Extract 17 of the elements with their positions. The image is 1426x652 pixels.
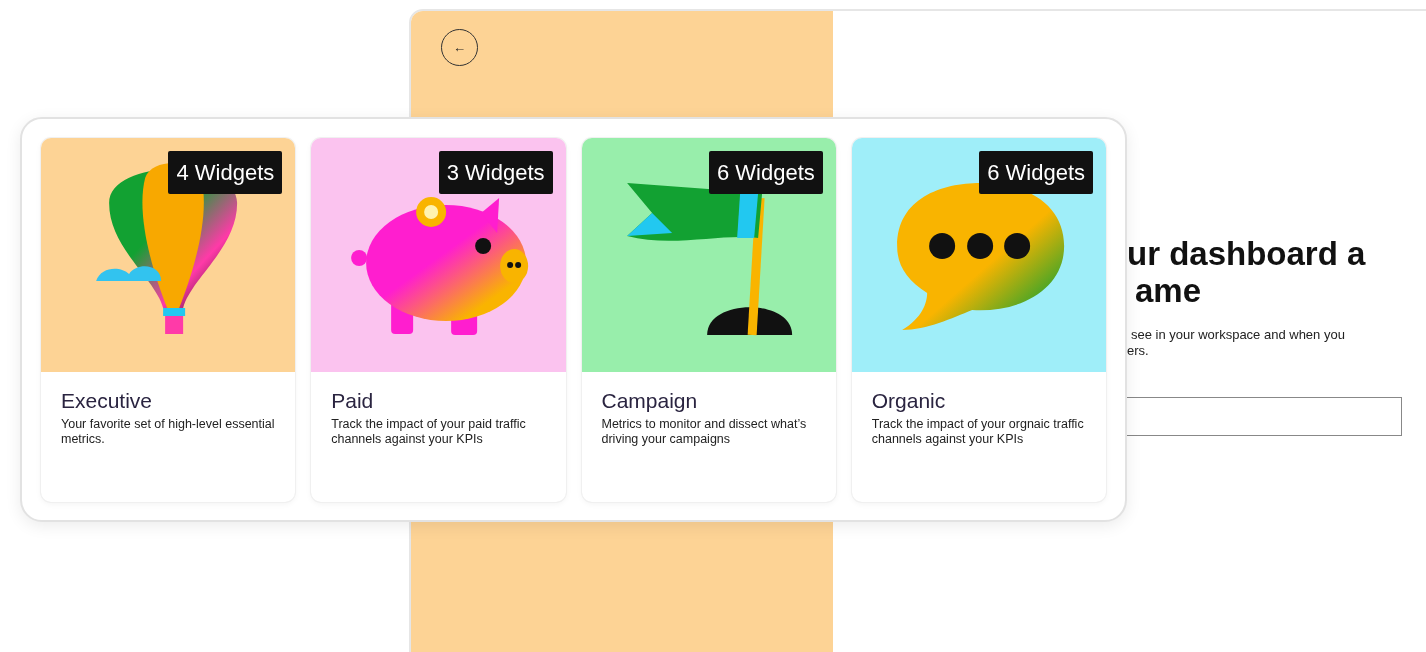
template-description: Track the impact of your orgnaic traffic channels against your KPIs bbox=[871, 417, 1085, 447]
name-input-field[interactable] bbox=[1127, 397, 1402, 436]
template-title: Executive bbox=[61, 388, 154, 413]
form-description: ers. bbox=[1127, 343, 1150, 359]
template-description: Your favorite set of high-level essential metrics. bbox=[61, 417, 276, 447]
template-description: Metrics to monitor and dissect what’s driving your campaigns bbox=[601, 417, 808, 447]
template-description: Track the impact of your paid traffic channels against your KPIs bbox=[331, 417, 527, 447]
template-title: Organic bbox=[871, 388, 947, 413]
form-heading: ame bbox=[1134, 272, 1203, 309]
template-title: Campaign bbox=[601, 388, 699, 413]
widget-count-badge: 4 Widgets bbox=[168, 151, 283, 194]
form-description: see in your workspace and when you bbox=[1130, 327, 1346, 343]
template-title: Paid bbox=[331, 388, 375, 413]
form-heading: ur dashboard a bbox=[1127, 235, 1367, 272]
widget-count-badge: 6 Widgets bbox=[979, 151, 1093, 194]
widget-count-badge: 6 Widgets bbox=[708, 151, 823, 194]
widget-count-badge: 3 Widgets bbox=[438, 151, 553, 194]
